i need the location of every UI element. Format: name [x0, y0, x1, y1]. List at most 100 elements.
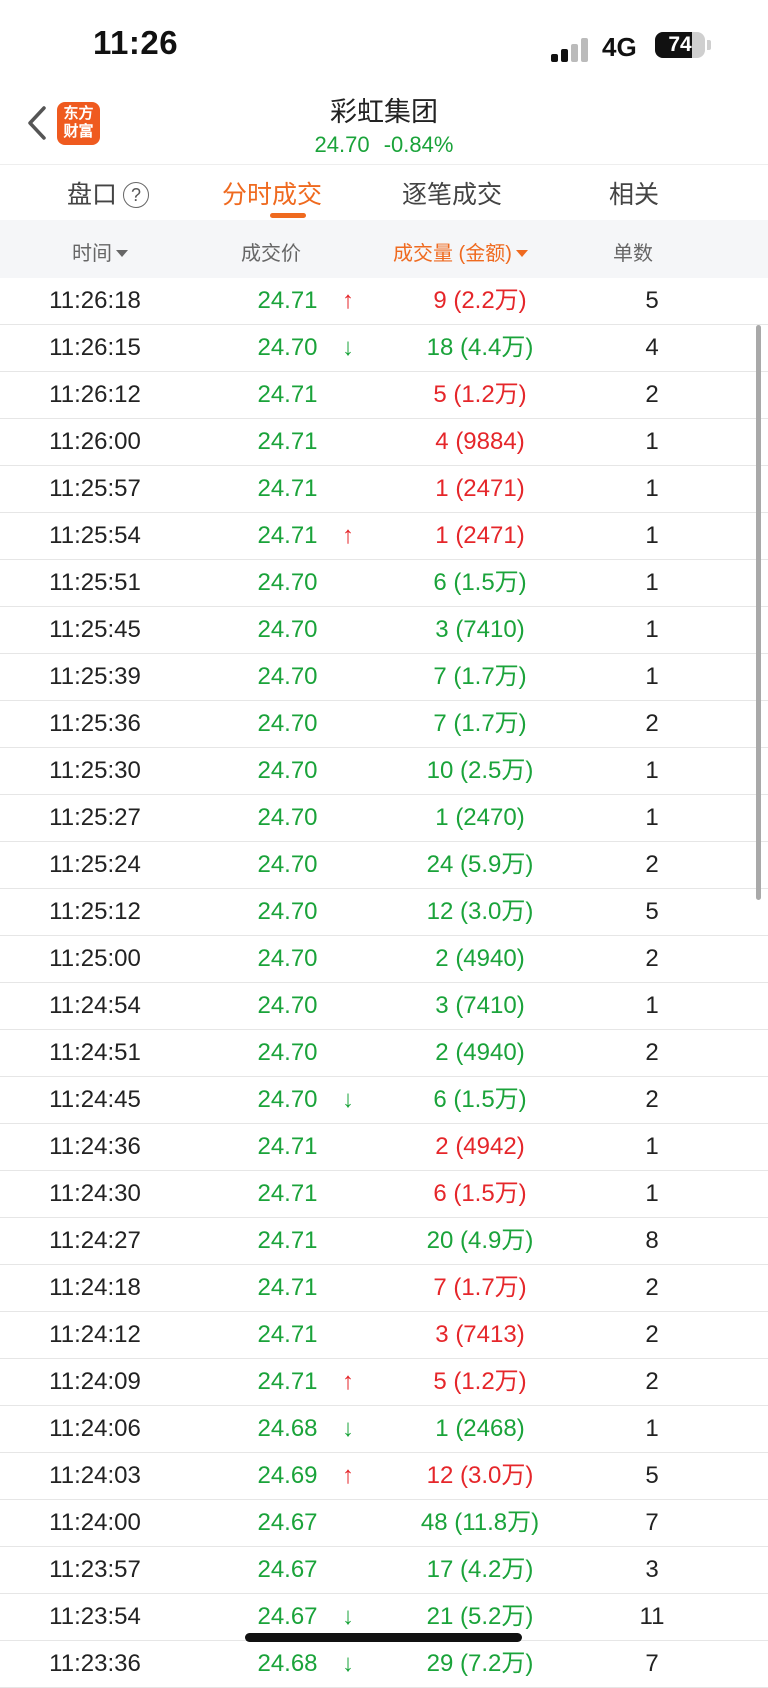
table-row: 11:24:00 24.67 48 (11.8万) 7: [0, 1500, 768, 1547]
trade-count: 3: [645, 1556, 659, 1583]
trade-time: 11:24:18: [49, 1274, 141, 1301]
trade-price: 24.70: [257, 757, 318, 784]
page-title: 彩虹集团: [330, 97, 438, 127]
trade-count: 1: [645, 757, 659, 784]
table-row: 11:25:36 24.70 7 (1.7万) 2: [0, 701, 768, 748]
trade-volume: 6 (1.5万): [433, 569, 527, 596]
trade-price: 24.71: [257, 381, 318, 408]
trade-price: 24.71: [257, 1274, 318, 1301]
trade-time: 11:25:45: [49, 616, 141, 643]
trade-volume: 4 (9884): [435, 428, 525, 455]
direction-arrow-icon: [334, 1218, 362, 1264]
trade-volume: 3 (7410): [435, 616, 525, 643]
scrollbar[interactable]: [756, 325, 761, 900]
active-tab-indicator: [270, 213, 306, 218]
tab-order-book[interactable]: 盘口?: [67, 175, 150, 211]
direction-arrow-icon: ↓: [342, 334, 354, 361]
trade-time: 11:25:30: [49, 757, 141, 784]
trade-volume: 20 (4.9万): [426, 1227, 534, 1254]
table-row: 11:24:03 24.69 ↑ 12 (3.0万) 5: [0, 1453, 768, 1500]
trade-volume: 7 (1.7万): [433, 710, 527, 737]
table-row: 11:23:36 24.68 ↓ 29 (7.2万) 7: [0, 1641, 768, 1688]
trade-time: 11:23:36: [49, 1650, 141, 1677]
trade-price: 24.70: [257, 663, 318, 690]
trade-count: 4: [645, 334, 659, 361]
trade-count: 2: [645, 1321, 659, 1348]
trade-price: 24.70: [257, 851, 318, 878]
back-arrow-icon[interactable]: [22, 103, 52, 143]
direction-arrow-icon: ↑: [342, 1462, 354, 1489]
trade-price: 24.71: [257, 1321, 318, 1348]
table-row: 11:26:00 24.71 4 (9884) 1: [0, 419, 768, 466]
trade-price: 24.70: [257, 898, 318, 925]
direction-arrow-icon: [334, 654, 362, 700]
table-row: 11:25:51 24.70 6 (1.5万) 1: [0, 560, 768, 607]
trade-price: 24.70: [257, 1086, 318, 1113]
battery-icon: 74: [655, 32, 705, 58]
trade-price: 24.70: [257, 710, 318, 737]
column-time[interactable]: 时间: [72, 237, 128, 266]
trade-time: 11:25:57: [49, 475, 141, 502]
sort-caret-icon: [515, 250, 528, 257]
trade-price: 24.71: [257, 1180, 318, 1207]
tab-minute-trades[interactable]: 分时成交: [222, 175, 322, 211]
table-row: 11:25:24 24.70 24 (5.9万) 2: [0, 842, 768, 889]
direction-arrow-icon: [334, 795, 362, 841]
trade-count: 1: [645, 475, 659, 502]
table-row: 11:24:12 24.71 3 (7413) 2: [0, 1312, 768, 1359]
trade-time: 11:24:12: [49, 1321, 141, 1348]
direction-arrow-icon: ↑: [342, 1368, 354, 1395]
table-row: 11:25:00 24.70 2 (4940) 2: [0, 936, 768, 983]
direction-arrow-icon: [334, 1500, 362, 1546]
direction-arrow-icon: ↑: [342, 287, 354, 314]
trade-price: 24.69: [257, 1462, 318, 1489]
trade-time: 11:25:00: [49, 945, 141, 972]
trade-volume: 1 (2471): [435, 522, 525, 549]
table-row: 11:24:09 24.71 ↑ 5 (1.2万) 2: [0, 1359, 768, 1406]
trade-count: 1: [645, 663, 659, 690]
table-row: 11:24:54 24.70 3 (7410) 1: [0, 983, 768, 1030]
trade-count: 2: [645, 1039, 659, 1066]
column-volume[interactable]: 成交量 (金额): [393, 237, 528, 266]
trade-volume: 48 (11.8万): [420, 1509, 540, 1536]
trade-price: 24.67: [257, 1509, 318, 1536]
app-logo[interactable]: 东方 财富: [57, 102, 100, 145]
trade-time: 11:25:36: [49, 710, 141, 737]
direction-arrow-icon: [334, 842, 362, 888]
direction-arrow-icon: [334, 1171, 362, 1217]
trade-price: 24.71: [257, 522, 318, 549]
trade-volume: 2 (4940): [435, 1039, 525, 1066]
trade-price: 24.70: [257, 804, 318, 831]
trade-volume: 18 (4.4万): [426, 334, 534, 361]
trade-volume: 2 (4942): [435, 1133, 525, 1160]
direction-arrow-icon: [334, 419, 362, 465]
trade-count: 2: [645, 381, 659, 408]
direction-arrow-icon: [334, 748, 362, 794]
column-count: 单数: [613, 243, 653, 265]
trade-price: 24.71: [257, 1368, 318, 1395]
direction-arrow-icon: [334, 607, 362, 653]
trade-time: 11:25:54: [49, 522, 141, 549]
tab-related[interactable]: 相关: [609, 175, 659, 211]
trade-time: 11:24:51: [49, 1039, 141, 1066]
trade-count: 1: [645, 1180, 659, 1207]
trade-count: 1: [645, 428, 659, 455]
trade-volume: 7 (1.7万): [433, 663, 527, 690]
trade-time: 11:24:09: [49, 1368, 141, 1395]
signal-icon: [551, 38, 591, 62]
trade-count: 2: [645, 945, 659, 972]
trade-count: 2: [645, 851, 659, 878]
trade-count: 5: [645, 898, 659, 925]
trade-count: 1: [645, 522, 659, 549]
trade-count: 5: [645, 1462, 659, 1489]
trade-time: 11:26:12: [49, 381, 141, 408]
trade-price: 24.71: [257, 428, 318, 455]
home-indicator[interactable]: [245, 1633, 522, 1642]
trade-time: 11:25:39: [49, 663, 141, 690]
help-icon[interactable]: ?: [123, 182, 150, 208]
trade-list[interactable]: 11:26:18 24.71 ↑ 9 (2.2万) 5 11:26:15 24.70 ↓ 18 …: [0, 278, 768, 1688]
trade-count: 2: [645, 1086, 659, 1113]
trade-count: 1: [645, 569, 659, 596]
direction-arrow-icon: [334, 1030, 362, 1076]
tab-tick-trades[interactable]: 逐笔成交: [402, 175, 502, 211]
